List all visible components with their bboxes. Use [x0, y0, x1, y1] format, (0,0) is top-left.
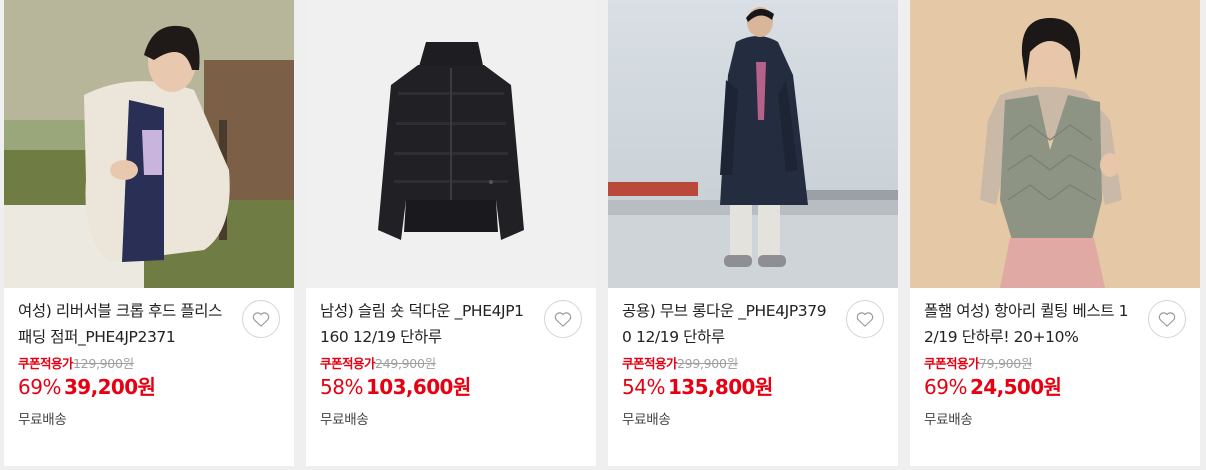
product-image[interactable] — [306, 0, 596, 288]
coupon-price-row: 쿠폰적용가129,900원 — [18, 356, 280, 372]
wishlist-button[interactable] — [544, 300, 582, 338]
heart-outline-icon — [554, 312, 572, 327]
coupon-label: 쿠폰적용가 — [18, 356, 74, 371]
sale-price: 103,600원 — [365, 375, 471, 399]
product-image[interactable] — [608, 0, 898, 288]
product-card[interactable]: 남성) 슬림 숏 덕다운 _PHE4JP1160 12/19 단하루 쿠폰적용가… — [306, 0, 596, 466]
coupon-label: 쿠폰적용가 — [924, 356, 980, 371]
heart-outline-icon — [1158, 312, 1176, 327]
coupon-label: 쿠폰적용가 — [320, 356, 376, 371]
product-image[interactable] — [910, 0, 1200, 288]
sale-price-row: 54% 135,800원 — [622, 374, 884, 402]
heart-outline-icon — [252, 312, 270, 327]
sale-price-row: 69% 39,200원 — [18, 374, 280, 402]
product-title[interactable]: 남성) 슬림 숏 덕다운 _PHE4JP1160 12/19 단하루 — [320, 298, 532, 350]
coupon-price-row: 쿠폰적용가249,900원 — [320, 356, 582, 372]
original-price: 79,900원 — [979, 356, 1033, 371]
discount-rate: 58% — [320, 375, 363, 399]
shipping-label: 무료배송 — [320, 412, 369, 428]
sale-price-row: 69% 24,500원 — [924, 374, 1186, 402]
sale-price: 39,200원 — [63, 375, 156, 399]
shipping-label: 무료배송 — [924, 412, 973, 428]
wishlist-button[interactable] — [846, 300, 884, 338]
discount-rate: 69% — [18, 375, 61, 399]
product-title[interactable]: 여성) 리버서블 크롭 후드 플리스 패딩 점퍼_PHE4JP2371 — [18, 298, 230, 350]
original-price: 129,900원 — [73, 356, 134, 371]
wishlist-button[interactable] — [1148, 300, 1186, 338]
sale-price: 135,800원 — [667, 375, 773, 399]
coupon-price-row: 쿠폰적용가79,900원 — [924, 356, 1186, 372]
discount-rate: 69% — [924, 375, 967, 399]
product-title[interactable]: 폴햄 여성) 항아리 퀼팅 베스트 12/19 단하루! 20+10% — [924, 298, 1136, 350]
sale-price-row: 58% 103,600원 — [320, 374, 582, 402]
shipping-label: 무료배송 — [622, 412, 671, 428]
product-card[interactable]: 여성) 리버서블 크롭 후드 플리스 패딩 점퍼_PHE4JP2371 쿠폰적용… — [4, 0, 294, 466]
shipping-label: 무료배송 — [18, 412, 67, 428]
product-card[interactable]: 폴햄 여성) 항아리 퀼팅 베스트 12/19 단하루! 20+10% 쿠폰적용… — [910, 0, 1200, 466]
product-image[interactable] — [4, 0, 294, 288]
original-price: 299,900원 — [677, 356, 738, 371]
discount-rate: 54% — [622, 375, 665, 399]
coupon-price-row: 쿠폰적용가299,900원 — [622, 356, 884, 372]
original-price: 249,900원 — [375, 356, 436, 371]
heart-outline-icon — [856, 312, 874, 327]
wishlist-button[interactable] — [242, 300, 280, 338]
product-title[interactable]: 공용) 무브 롱다운 _PHE4JP3790 12/19 단하루 — [622, 298, 834, 350]
product-grid: 여성) 리버서블 크롭 후드 플리스 패딩 점퍼_PHE4JP2371 쿠폰적용… — [0, 0, 1206, 470]
sale-price: 24,500원 — [969, 375, 1062, 399]
product-card[interactable]: 공용) 무브 롱다운 _PHE4JP3790 12/19 단하루 쿠폰적용가29… — [608, 0, 898, 466]
coupon-label: 쿠폰적용가 — [622, 356, 678, 371]
